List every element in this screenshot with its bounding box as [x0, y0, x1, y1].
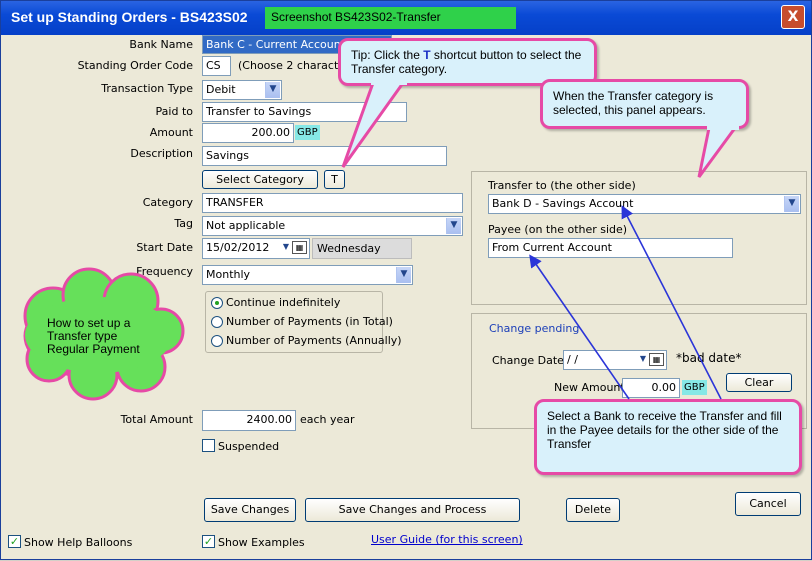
bank-note-balloon: Select a Bank to receive the Transfer an…: [534, 399, 802, 475]
standing-orders-window: Set up Standing Orders - BS423S02 Screen…: [0, 0, 812, 560]
tip-text-t: T: [423, 48, 431, 62]
panel-note-text: When the Transfer category is selected, …: [553, 89, 714, 117]
tip-text-prefix: Tip: Click the: [351, 48, 424, 62]
cloud-note: How to set up a Transfer type Regular Pa…: [47, 316, 140, 356]
bank-note-text: Select a Bank to receive the Transfer an…: [547, 409, 782, 451]
panel-note-balloon: When the Transfer category is selected, …: [540, 79, 749, 129]
